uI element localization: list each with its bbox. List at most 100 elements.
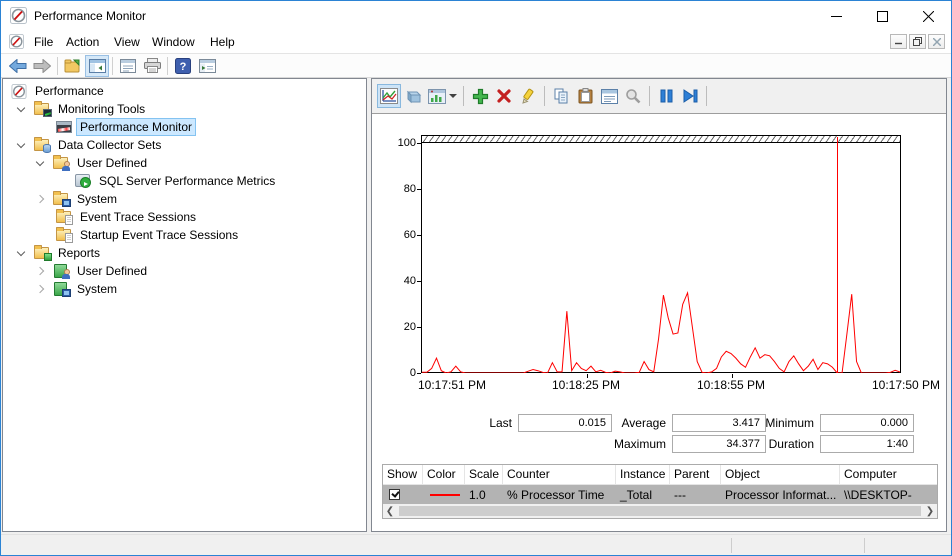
show-window-button[interactable] bbox=[195, 55, 219, 77]
content-area: Performance Monitoring Tools Performance… bbox=[1, 78, 951, 534]
tree-item-startup-event-trace-sessions[interactable]: Startup Event Trace Sessions bbox=[3, 226, 366, 244]
legend-horizontal-scrollbar[interactable]: ❮ ❯ bbox=[383, 504, 937, 518]
column-header-show[interactable]: Show bbox=[383, 465, 423, 484]
scroll-right-icon[interactable]: ❯ bbox=[923, 504, 937, 518]
column-header-computer[interactable]: Computer bbox=[840, 465, 937, 484]
tree-item-data-collector-sets[interactable]: Data Collector Sets bbox=[3, 136, 366, 154]
folder-report-icon bbox=[34, 245, 52, 261]
duration-label: Duration bbox=[768, 437, 814, 451]
toolbar-separator bbox=[57, 56, 58, 75]
chevron-down-icon[interactable] bbox=[35, 157, 45, 166]
legend-header-row: Show Color Scale Counter Instance Parent… bbox=[383, 465, 937, 485]
status-bar-divider bbox=[731, 538, 732, 553]
highlight-icon bbox=[520, 88, 536, 104]
column-header-instance[interactable]: Instance bbox=[616, 465, 670, 484]
tree-item-monitoring-tools[interactable]: Monitoring Tools bbox=[3, 100, 366, 118]
chevron-down-icon[interactable] bbox=[16, 247, 26, 256]
counter-row[interactable]: 1.0 % Processor Time _Total --- Processo… bbox=[383, 485, 937, 504]
freeze-display-button[interactable] bbox=[654, 84, 678, 108]
tree-item-system-reports[interactable]: System bbox=[3, 280, 366, 298]
svg-text:?: ? bbox=[180, 61, 187, 73]
column-header-scale[interactable]: Scale bbox=[465, 465, 503, 484]
chart-top-hatch-band bbox=[422, 136, 900, 143]
zoom-button[interactable] bbox=[621, 84, 645, 108]
column-header-counter[interactable]: Counter bbox=[503, 465, 616, 484]
tree-item-reports[interactable]: Reports bbox=[3, 244, 366, 262]
view-log-data-button[interactable] bbox=[401, 84, 425, 108]
chevron-down-icon[interactable] bbox=[16, 139, 26, 148]
last-value: 0.015 bbox=[518, 414, 612, 432]
show-console-tree-button[interactable] bbox=[85, 54, 109, 77]
plot-area bbox=[421, 135, 901, 373]
tree-item-performance-monitor[interactable]: Performance Monitor bbox=[3, 118, 366, 136]
highlight-button[interactable] bbox=[516, 84, 540, 108]
menu-help[interactable]: Help bbox=[201, 31, 244, 53]
average-value: 3.417 bbox=[672, 414, 766, 432]
toolbar-separator bbox=[544, 86, 545, 106]
tree-item-label: System bbox=[77, 192, 118, 206]
close-button[interactable] bbox=[905, 1, 951, 31]
counter-line-chart bbox=[422, 290, 900, 373]
folder-computer-icon bbox=[53, 191, 71, 207]
cell-scale: 1.0 bbox=[469, 487, 486, 502]
details-panel: 100 80 60 40 20 0 10:17:51 PM 10:18:25 P… bbox=[371, 78, 947, 532]
tree-item-label: Reports bbox=[58, 246, 101, 260]
scroll-left-icon[interactable]: ❮ bbox=[383, 504, 397, 518]
tree-item-event-trace-sessions[interactable]: Event Trace Sessions bbox=[3, 208, 366, 226]
chevron-right-icon[interactable] bbox=[35, 194, 45, 204]
cell-instance: _Total bbox=[620, 487, 653, 502]
tree-item-label: System bbox=[77, 282, 118, 296]
tree-item-user-defined-dcs[interactable]: User Defined bbox=[3, 154, 366, 172]
menu-action[interactable]: Action bbox=[57, 31, 108, 53]
mdi-restore-button[interactable] bbox=[909, 34, 926, 49]
y-tick-label: 20 bbox=[403, 321, 416, 333]
tree-item-sql-server-performance-metrics[interactable]: SQL Server Performance Metrics bbox=[3, 172, 366, 190]
properties-button-chart[interactable] bbox=[597, 84, 621, 108]
paste-icon bbox=[578, 88, 593, 104]
x-tick-label: 10:17:51 PM bbox=[418, 378, 487, 392]
current-time-marker bbox=[837, 137, 839, 373]
tree-item-user-defined-reports[interactable]: User Defined bbox=[3, 262, 366, 280]
x-tick-label: 10:18:55 PM bbox=[697, 378, 766, 392]
scrollbar-thumb[interactable] bbox=[399, 506, 921, 516]
tree-item-system-dcs[interactable]: System bbox=[3, 190, 366, 208]
tree-item-performance[interactable]: Performance bbox=[3, 82, 366, 100]
column-header-parent[interactable]: Parent bbox=[670, 465, 721, 484]
folder-clipboard-icon bbox=[56, 209, 73, 225]
update-data-button[interactable] bbox=[678, 84, 702, 108]
export-button[interactable] bbox=[61, 55, 85, 77]
help-button[interactable]: ? bbox=[171, 55, 195, 77]
chevron-right-icon[interactable] bbox=[35, 284, 45, 294]
maximize-button[interactable] bbox=[859, 1, 905, 31]
tree-item-label: Startup Event Trace Sessions bbox=[80, 228, 239, 242]
chevron-down-icon[interactable] bbox=[16, 103, 26, 112]
mdi-close-button[interactable] bbox=[928, 34, 945, 49]
last-label: Last bbox=[489, 416, 512, 430]
minimum-value: 0.000 bbox=[820, 414, 914, 432]
forward-button[interactable] bbox=[30, 55, 54, 77]
view-current-activity-button[interactable] bbox=[377, 84, 401, 108]
copy-properties-button[interactable] bbox=[549, 84, 573, 108]
delete-counter-button[interactable] bbox=[492, 84, 516, 108]
tree-item-label: Data Collector Sets bbox=[58, 138, 162, 152]
folder-clipboard-icon bbox=[56, 227, 73, 243]
show-checkbox[interactable] bbox=[389, 489, 400, 500]
properties-button[interactable] bbox=[116, 55, 140, 77]
add-counter-button[interactable] bbox=[468, 84, 492, 108]
minimize-button[interactable] bbox=[813, 1, 859, 31]
column-header-color[interactable]: Color bbox=[423, 465, 465, 484]
chevron-right-icon[interactable] bbox=[35, 266, 45, 276]
print-button[interactable] bbox=[140, 55, 164, 77]
chart-type-dropdown[interactable] bbox=[425, 84, 459, 108]
minimum-label: Minimum bbox=[765, 416, 814, 430]
back-button[interactable] bbox=[6, 55, 30, 77]
duration-value: 1:40 bbox=[820, 435, 914, 453]
column-header-object[interactable]: Object bbox=[721, 465, 840, 484]
view-log-data-icon bbox=[404, 88, 422, 104]
x-tick-label: 10:18:25 PM bbox=[552, 378, 621, 392]
add-icon bbox=[472, 88, 489, 105]
paste-counter-list-button[interactable] bbox=[573, 84, 597, 108]
menu-window[interactable]: Window bbox=[143, 31, 204, 53]
mdi-minimize-button[interactable] bbox=[890, 34, 907, 49]
maximum-label: Maximum bbox=[613, 437, 666, 451]
